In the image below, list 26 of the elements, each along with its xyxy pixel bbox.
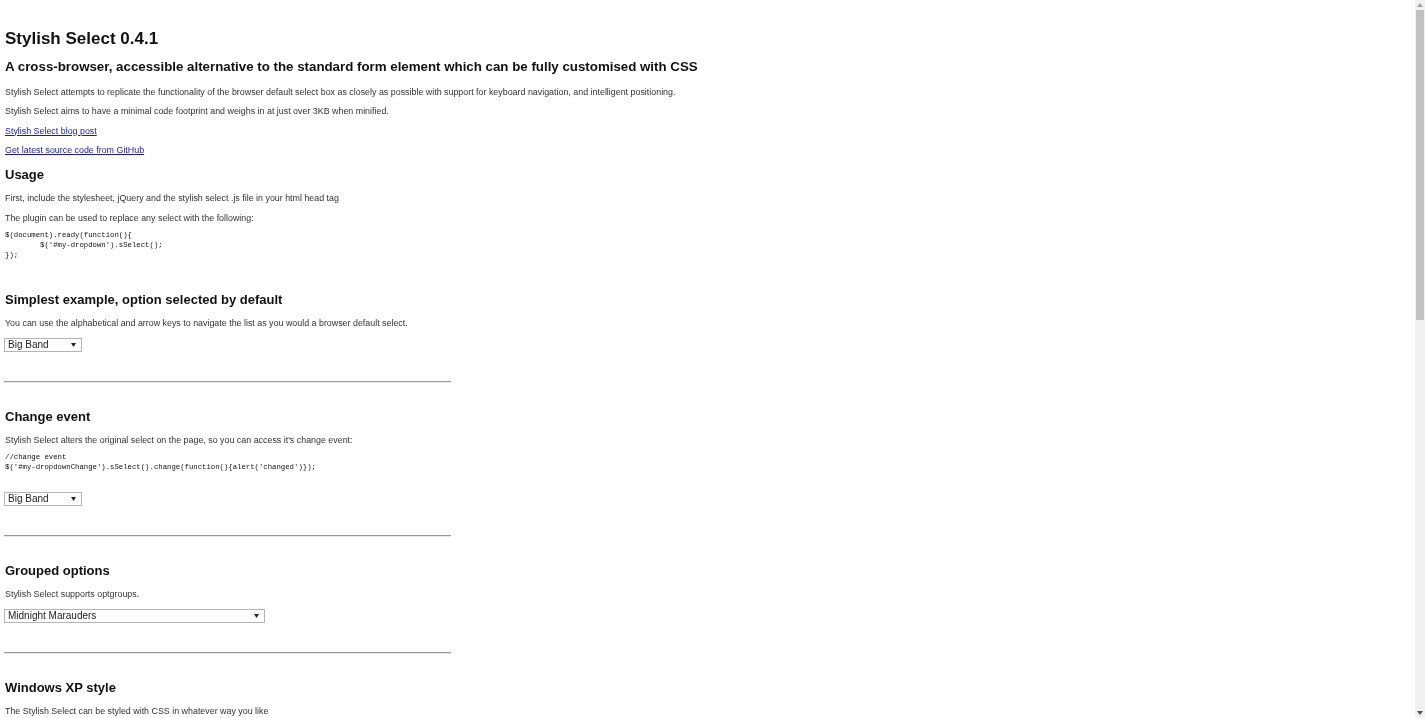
page-title: Stylish Select 0.4.1: [5, 28, 159, 50]
link[interactable]: Stylish Select blog post: [5, 125, 97, 137]
section-heading: Usage: [5, 166, 45, 183]
page-subtitle: A cross-browser, accessible alternative to the standard form element which can be fully customised with CSS: [5, 58, 698, 76]
paragraph: The Stylish Select can be styled with CSS in whatever way you like: [5, 705, 269, 717]
dropdown[interactable]: Big Band: [4, 338, 82, 352]
paragraph: First, include the stylesheet, jQuery and the stylish select .js file in your html head tag: [5, 193, 339, 204]
paragraph: The plugin can be used to replace any select with the following:: [5, 212, 254, 224]
paragraph: You can use the alphabetical and arrow keys to navigate the list as you would a browser default select.: [5, 317, 408, 329]
section-heading: Grouped options: [5, 561, 110, 579]
section-heading: Change event: [5, 407, 91, 425]
paragraph: Stylish Select alters the original select on the page, so you can access it's change event:: [5, 434, 353, 446]
paragraph: Stylish Select attempts to replicate the functionality of the browser default select box as closely as possible with support for keyboard navigation, and intelligent positioning.: [5, 86, 676, 98]
dropdown[interactable]: Midnight Marauders: [4, 609, 265, 623]
section-heading: Windows XP style: [5, 678, 116, 696]
caret-icon: [254, 614, 259, 618]
link[interactable]: Get latest source code from GitHub: [5, 145, 145, 156]
paragraph: Stylish Select aims to have a minimal code footprint and weighs in at just over 3KB when minified.: [5, 106, 389, 117]
paragraph: Stylish Select supports optgroups.: [5, 588, 140, 600]
section-heading: Simplest example, option selected by default: [5, 290, 283, 308]
scroll-down-icon[interactable]: [1417, 711, 1423, 715]
caret-icon: [71, 343, 76, 347]
caret-icon: [71, 497, 76, 501]
scrollbar-thumb[interactable]: [1416, 10, 1424, 320]
scroll-up-icon[interactable]: [1417, 3, 1423, 7]
dropdown[interactable]: Big Band: [4, 492, 82, 506]
